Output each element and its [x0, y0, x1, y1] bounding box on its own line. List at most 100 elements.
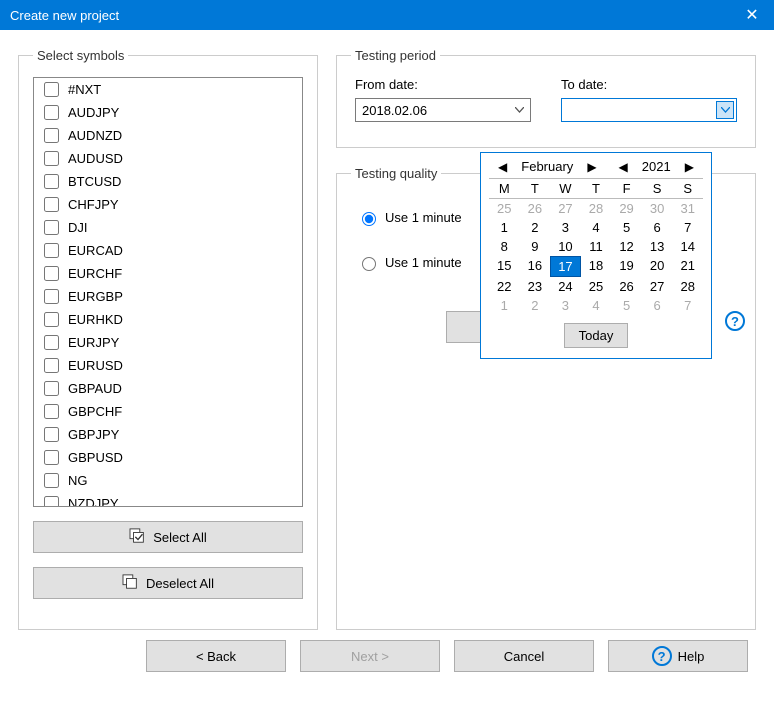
calendar-day[interactable]: 9	[520, 237, 551, 256]
symbol-item[interactable]: DJI	[34, 216, 302, 239]
calendar-day[interactable]: 26	[520, 199, 551, 218]
calendar-month[interactable]: February	[515, 159, 579, 174]
symbol-item[interactable]: EURCHF	[34, 262, 302, 285]
calendar-day[interactable]: 29	[611, 199, 642, 218]
next-button[interactable]: Next >	[300, 640, 440, 672]
calendar-day[interactable]: 4	[581, 218, 612, 237]
symbol-checkbox[interactable]	[44, 174, 59, 189]
prev-year-icon[interactable]: ◀	[615, 160, 632, 174]
symbol-checkbox[interactable]	[44, 266, 59, 281]
calendar-day[interactable]: 27	[642, 277, 673, 296]
calendar-day[interactable]: 7	[672, 296, 703, 315]
symbol-item[interactable]: AUDNZD	[34, 124, 302, 147]
calendar-day[interactable]: 31	[672, 199, 703, 218]
symbol-checkbox[interactable]	[44, 82, 59, 97]
calendar-day[interactable]: 2	[520, 218, 551, 237]
calendar-day[interactable]: 18	[581, 256, 612, 277]
symbol-checkbox[interactable]	[44, 404, 59, 419]
symbol-list[interactable]: #NXTAUDJPYAUDNZDAUDUSDBTCUSDCHFJPYDJIEUR…	[33, 77, 303, 507]
calendar-day[interactable]: 8	[489, 237, 520, 256]
calendar-day[interactable]: 19	[611, 256, 642, 277]
calendar-day[interactable]: 15	[489, 256, 520, 277]
calendar-days-grid[interactable]: 2526272829303112345678910111213141516171…	[489, 199, 703, 315]
symbol-item[interactable]: BTCUSD	[34, 170, 302, 193]
deselect-all-button[interactable]: Deselect All	[33, 567, 303, 599]
to-date-combo[interactable]	[561, 98, 737, 122]
calendar-day[interactable]: 3	[550, 218, 581, 237]
prev-month-icon[interactable]: ◀	[494, 160, 511, 174]
symbol-item[interactable]: EURGBP	[34, 285, 302, 308]
symbol-checkbox[interactable]	[44, 473, 59, 488]
symbol-checkbox[interactable]	[44, 496, 59, 507]
symbol-checkbox[interactable]	[44, 427, 59, 442]
calendar-day[interactable]: 10	[550, 237, 581, 256]
calendar-day[interactable]: 5	[611, 218, 642, 237]
calendar-day[interactable]: 6	[642, 296, 673, 315]
symbol-checkbox[interactable]	[44, 335, 59, 350]
calendar-year[interactable]: 2021	[636, 159, 677, 174]
next-year-icon[interactable]: ▶	[681, 160, 698, 174]
calendar-day[interactable]: 2	[520, 296, 551, 315]
select-all-button[interactable]: Select All	[33, 521, 303, 553]
calendar-day[interactable]: 14	[672, 237, 703, 256]
quality-radio-2[interactable]	[362, 257, 376, 271]
date-picker-popup[interactable]: ◀ February ▶ ◀ 2021 ▶ MTWTFSS 2526272829…	[480, 152, 712, 359]
symbol-checkbox[interactable]	[44, 105, 59, 120]
calendar-day[interactable]: 30	[642, 199, 673, 218]
symbol-checkbox[interactable]	[44, 381, 59, 396]
next-month-icon[interactable]: ▶	[583, 160, 600, 174]
calendar-day[interactable]: 6	[642, 218, 673, 237]
symbol-checkbox[interactable]	[44, 312, 59, 327]
calendar-day[interactable]: 17	[550, 256, 581, 277]
quality-radio-1[interactable]	[362, 212, 376, 226]
calendar-day[interactable]: 27	[550, 199, 581, 218]
calendar-day[interactable]: 5	[611, 296, 642, 315]
calendar-day[interactable]: 22	[489, 277, 520, 296]
symbol-checkbox[interactable]	[44, 128, 59, 143]
close-icon[interactable]: ✕	[740, 5, 764, 25]
calendar-day[interactable]: 4	[581, 296, 612, 315]
symbol-checkbox[interactable]	[44, 289, 59, 304]
symbol-checkbox[interactable]	[44, 243, 59, 258]
calendar-day[interactable]: 20	[642, 256, 673, 277]
calendar-day[interactable]: 25	[489, 199, 520, 218]
symbol-item[interactable]: GBPJPY	[34, 423, 302, 446]
symbol-item[interactable]: GBPUSD	[34, 446, 302, 469]
cancel-button[interactable]: Cancel	[454, 640, 594, 672]
symbol-item[interactable]: GBPAUD	[34, 377, 302, 400]
symbol-item[interactable]: EURHKD	[34, 308, 302, 331]
calendar-day[interactable]: 26	[611, 277, 642, 296]
symbol-item[interactable]: CHFJPY	[34, 193, 302, 216]
symbol-item[interactable]: GBPCHF	[34, 400, 302, 423]
calendar-day[interactable]: 13	[642, 237, 673, 256]
back-button[interactable]: < Back	[146, 640, 286, 672]
symbol-checkbox[interactable]	[44, 358, 59, 373]
calendar-day[interactable]: 25	[581, 277, 612, 296]
calendar-day[interactable]: 23	[520, 277, 551, 296]
calendar-day[interactable]: 16	[520, 256, 551, 277]
symbol-checkbox[interactable]	[44, 450, 59, 465]
symbol-item[interactable]: EURCAD	[34, 239, 302, 262]
symbol-item[interactable]: NG	[34, 469, 302, 492]
symbol-item[interactable]: AUDUSD	[34, 147, 302, 170]
today-button[interactable]: Today	[564, 323, 629, 348]
calendar-day[interactable]: 1	[489, 218, 520, 237]
help-icon[interactable]: ?	[725, 311, 745, 331]
symbol-checkbox[interactable]	[44, 220, 59, 235]
calendar-day[interactable]: 11	[581, 237, 612, 256]
help-button[interactable]: ? Help	[608, 640, 748, 672]
symbol-item[interactable]: EURJPY	[34, 331, 302, 354]
calendar-day[interactable]: 24	[550, 277, 581, 296]
symbol-item[interactable]: NZDJPY	[34, 492, 302, 507]
symbol-checkbox[interactable]	[44, 197, 59, 212]
calendar-day[interactable]: 3	[550, 296, 581, 315]
symbol-item[interactable]: AUDJPY	[34, 101, 302, 124]
symbol-item[interactable]: EURUSD	[34, 354, 302, 377]
calendar-day[interactable]: 12	[611, 237, 642, 256]
from-date-combo[interactable]: 2018.02.06	[355, 98, 531, 122]
calendar-day[interactable]: 7	[672, 218, 703, 237]
calendar-day[interactable]: 28	[672, 277, 703, 296]
symbol-item[interactable]: #NXT	[34, 78, 302, 101]
calendar-day[interactable]: 21	[672, 256, 703, 277]
calendar-day[interactable]: 28	[581, 199, 612, 218]
